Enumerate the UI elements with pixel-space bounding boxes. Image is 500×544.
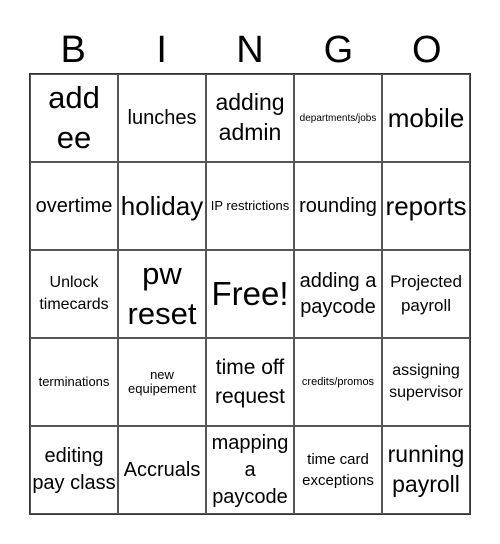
bingo-cell[interactable]: time off request	[206, 338, 294, 426]
bingo-cell[interactable]: credits/promos	[294, 338, 382, 426]
bingo-cell[interactable]: editing pay class	[30, 426, 118, 514]
bingo-cell[interactable]: rounding	[294, 162, 382, 250]
bingo-cell[interactable]: running payroll	[382, 426, 470, 514]
bingo-cell[interactable]: lunches	[118, 74, 206, 162]
bingo-cell[interactable]: time card exceptions	[294, 426, 382, 514]
bingo-cell[interactable]: adding admin	[206, 74, 294, 162]
bingo-cell[interactable]: new equipement	[118, 338, 206, 426]
header-letter-o: O	[412, 29, 442, 71]
header-letter-g: G	[323, 29, 354, 71]
bingo-cell[interactable]: holiday	[118, 162, 206, 250]
header-letter-n: N	[236, 29, 264, 71]
bingo-cell[interactable]: Projected payroll	[382, 250, 470, 338]
bingo-cell[interactable]: adding a paycode	[294, 250, 382, 338]
free-space-cell[interactable]: Free!	[206, 250, 294, 338]
bingo-cell[interactable]: IP restrictions	[206, 162, 294, 250]
bingo-cell[interactable]: Accruals	[118, 426, 206, 514]
bingo-cell[interactable]: reports	[382, 162, 470, 250]
bingo-cell[interactable]: Unlock timecards	[30, 250, 118, 338]
bingo-cell[interactable]: departments/jobs	[294, 74, 382, 162]
bingo-cell[interactable]: pw reset	[118, 250, 206, 338]
bingo-cell[interactable]: mobile	[382, 74, 470, 162]
header-letter-i: I	[156, 29, 167, 71]
bingo-cell[interactable]: assigning supervisor	[382, 338, 470, 426]
bingo-cell[interactable]: overtime	[30, 162, 118, 250]
bingo-header: B I N G O	[29, 30, 471, 70]
bingo-cell[interactable]: add ee	[30, 74, 118, 162]
bingo-cell[interactable]: mapping a paycode	[206, 426, 294, 514]
bingo-cell[interactable]: terminations	[30, 338, 118, 426]
header-letter-b: B	[60, 29, 86, 71]
bingo-grid: add ee lunches adding admin departments/…	[29, 73, 471, 515]
